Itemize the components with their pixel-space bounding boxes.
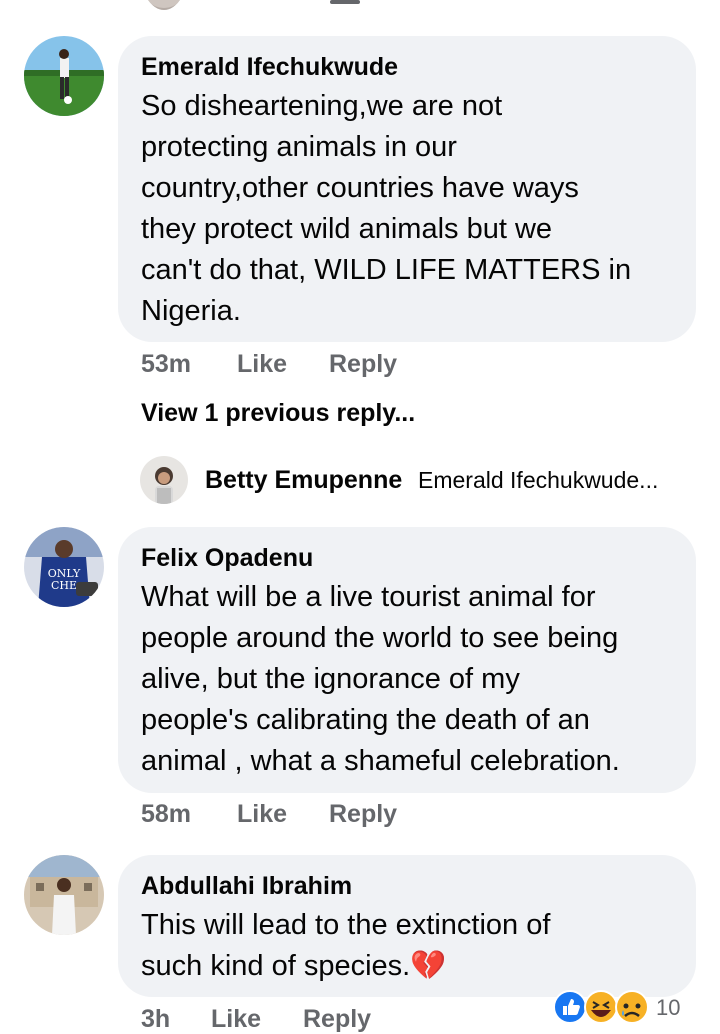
comment-author-name[interactable]: Emerald Ifechukwude [141,52,398,82]
reactions-summary[interactable]: 10 [553,990,693,1024]
reply-preview-author[interactable]: Betty Emupenne [205,465,402,495]
comment-author-name[interactable]: Abdullahi Ibrahim [141,871,352,901]
comment-text-line: Nigeria. [141,295,241,327]
comment-text-line: such kind of species.💔 [141,946,686,987]
comment-text-line: animal , what a shameful celebration. [141,745,620,777]
reaction-count: 10 [656,995,681,1020]
comment-timestamp: 53m [141,350,192,378]
svg-text:CHE: CHE [51,579,77,592]
comment-text-line: country,other countries have ways [141,172,579,204]
comment-text-line: This will lead to the extinction of [141,909,551,941]
comment-text-line: protecting animals in our [141,131,457,163]
reply-button[interactable]: Reply [303,1004,371,1034]
previous-comment-cut-line [330,0,360,4]
comment-text-line: can't do that, WILD LIFE MATTERS in [141,254,632,286]
like-reaction-icon [553,990,587,1024]
avatar-previous-commenter[interactable] [140,0,188,10]
comment-text-line: they protect wild animals but we [141,213,553,245]
broken-heart-icon: 💔 [410,950,447,982]
comment-author-name[interactable]: Felix Opadenu [141,543,313,573]
comment-text-line: alive, but the ignorance of my [141,663,520,695]
avatar-emerald[interactable] [24,36,104,116]
comment-timestamp: 3h [141,1005,171,1033]
like-button[interactable]: Like [237,799,287,829]
view-previous-replies-link[interactable]: View 1 previous reply... [141,398,415,428]
like-button[interactable]: Like [211,1004,261,1034]
comment-text-line: people around the world to see being [141,622,619,654]
avatar-abdullahi[interactable] [24,855,104,935]
reply-button[interactable]: Reply [329,349,397,379]
reply-preview-text[interactable]: Emerald Ifechukwude... [418,465,658,495]
sad-reaction-icon [615,990,649,1024]
comment-text-line: So disheartening,we are not [141,90,503,122]
avatar-felix[interactable]: ONLY CHE [24,527,104,607]
reply-button[interactable]: Reply [329,799,397,829]
avatar-betty[interactable] [140,456,188,504]
like-button[interactable]: Like [237,349,287,379]
comment-text-line: people's calibrating the death of an [141,704,590,736]
comment-timestamp: 58m [141,800,192,828]
comment-text-line: What will be a live tourist animal for [141,581,596,613]
comment-text-segment: such kind of species. [141,950,411,982]
haha-reaction-icon [584,990,618,1024]
